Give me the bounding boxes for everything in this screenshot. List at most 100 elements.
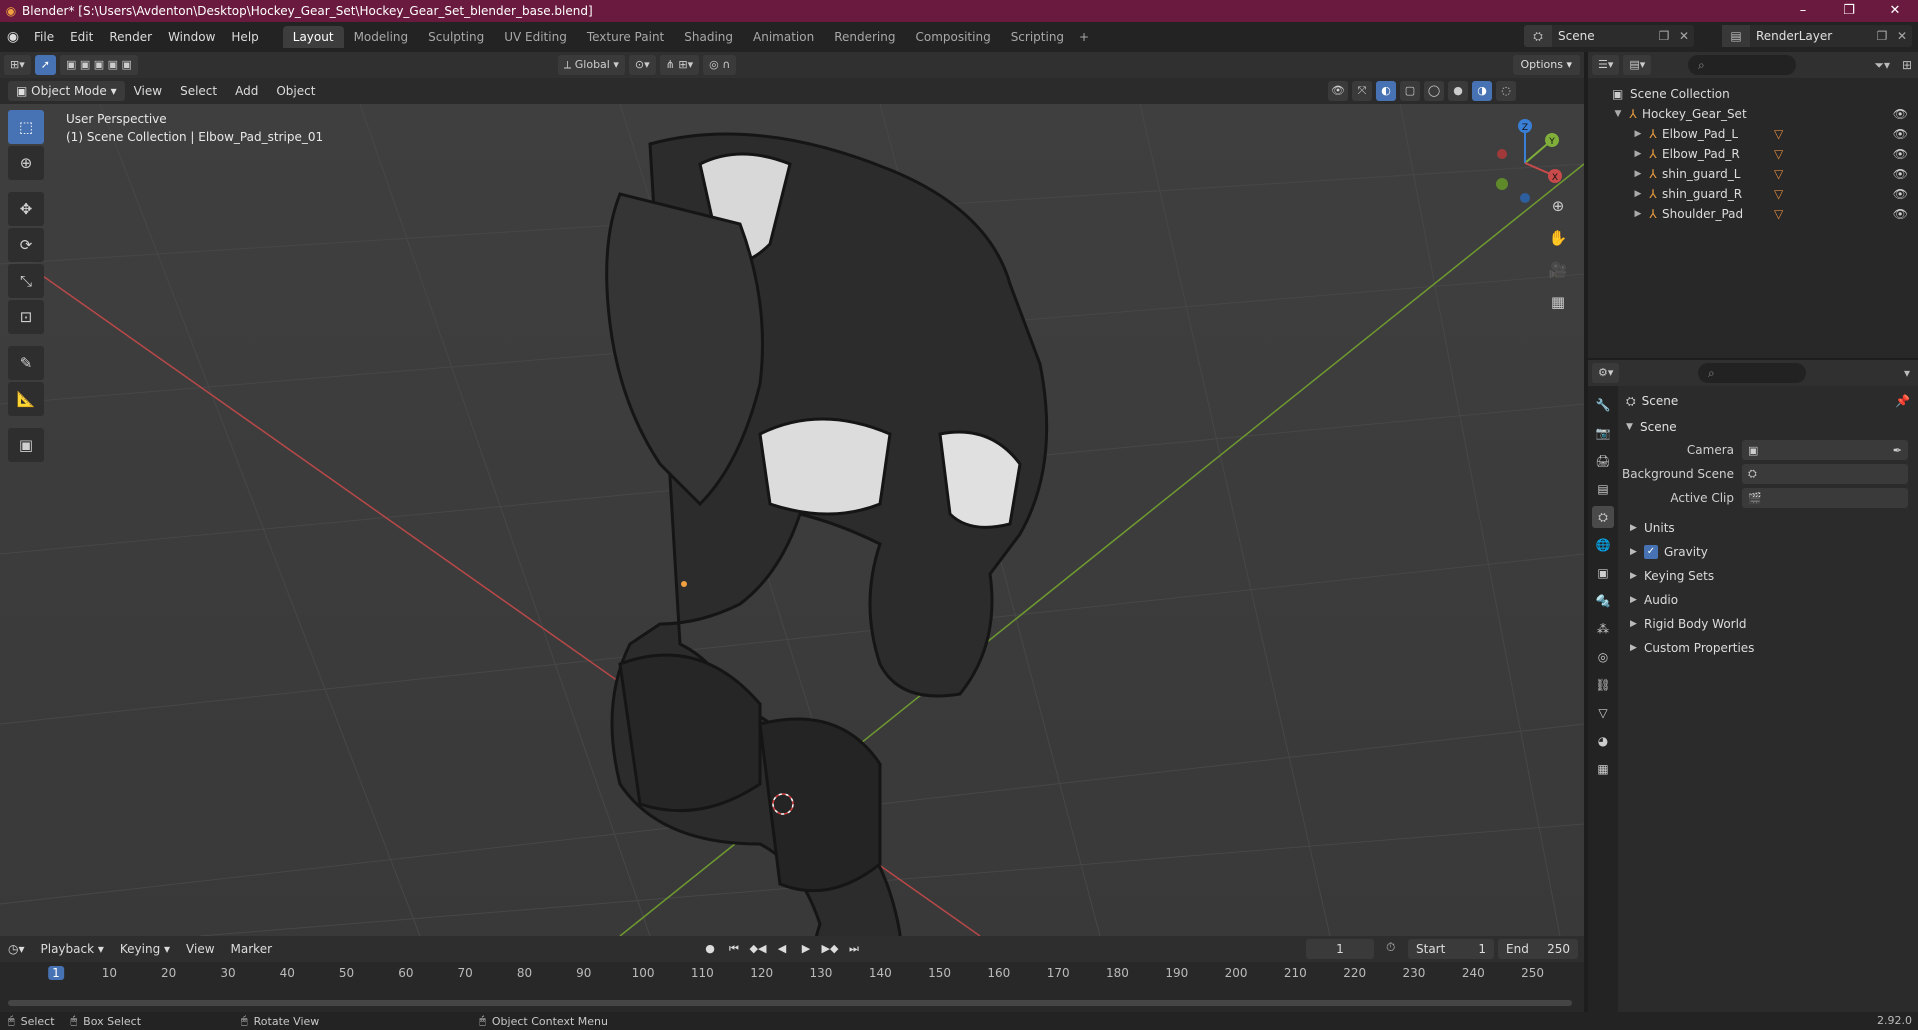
jump-end-icon[interactable]: ⏭	[844, 939, 864, 959]
close-button[interactable]: ✕	[1872, 0, 1918, 22]
minimize-button[interactable]: –	[1780, 0, 1826, 22]
add-menu[interactable]: Add	[226, 78, 267, 104]
remove-layer-icon[interactable]: ✕	[1892, 29, 1912, 43]
render-layer-selector[interactable]: ▤ RenderLayer ❐ ✕	[1722, 25, 1912, 47]
stopwatch-icon[interactable]: ⏱	[1386, 940, 1395, 955]
record-icon[interactable]: ●	[700, 939, 720, 959]
solid-shading-icon[interactable]: ●	[1448, 81, 1468, 101]
visibility-eye-icon[interactable]: 👁	[1893, 147, 1908, 161]
remove-scene-icon[interactable]: ✕	[1674, 29, 1694, 43]
zoom-icon[interactable]: ⊕	[1544, 194, 1572, 218]
orientation-dropdown[interactable]: ⟂ Global ▾	[557, 55, 625, 75]
outliner-item-elbow-pad-l[interactable]: ▶ ⅄ Elbow_Pad_L ▽ 👁	[1588, 124, 1918, 144]
select-tool-icon[interactable]: ➚	[34, 55, 56, 75]
constraints-tab-icon[interactable]: ⛓	[1592, 674, 1614, 696]
tab-layout[interactable]: Layout	[282, 26, 344, 48]
end-frame-field[interactable]: End 250	[1498, 939, 1578, 959]
keying-sets-panel[interactable]: ▶ Keying Sets	[1622, 564, 1914, 588]
active-clip-field[interactable]: 🎬	[1742, 488, 1908, 508]
pan-hand-icon[interactable]: ✋	[1544, 226, 1572, 250]
rigid-body-panel[interactable]: ▶ Rigid Body World	[1622, 612, 1914, 636]
units-panel[interactable]: ▶ Units	[1622, 516, 1914, 540]
add-cube-icon[interactable]: ▣	[8, 428, 44, 462]
prev-keyframe-icon[interactable]: ◆◀	[748, 939, 768, 959]
options-dropdown[interactable]: Options ▾	[1512, 55, 1580, 75]
render-tab-icon[interactable]: 📷	[1592, 422, 1614, 444]
scene-panel-header[interactable]: ▼ Scene	[1622, 416, 1914, 438]
expand-right-icon[interactable]: ▶	[1632, 189, 1644, 199]
menu-edit[interactable]: Edit	[62, 22, 101, 52]
start-frame-field[interactable]: Start 1	[1408, 939, 1494, 959]
select-menu[interactable]: Select	[171, 78, 226, 104]
duplicate-scene-icon[interactable]: ❐	[1654, 29, 1674, 43]
physics-tab-icon[interactable]: ◎	[1592, 646, 1614, 668]
visibility-eye-icon[interactable]: 👁	[1893, 187, 1908, 201]
outliner-item-shin-guard-r[interactable]: ▶ ⅄ shin_guard_R ▽ 👁	[1588, 184, 1918, 204]
material-shading-icon[interactable]: ◑	[1472, 81, 1492, 101]
pin-icon[interactable]: 📌	[1895, 394, 1910, 408]
xray-icon[interactable]: ▢	[1400, 81, 1420, 101]
duplicate-layer-icon[interactable]: ❐	[1872, 29, 1892, 43]
render-layer-name[interactable]: RenderLayer	[1750, 29, 1872, 43]
camera-field[interactable]: ▣ ✒	[1742, 440, 1908, 460]
rotate-icon[interactable]: ⟳	[8, 228, 44, 262]
overlay-icon[interactable]: ◐	[1376, 81, 1396, 101]
jump-start-icon[interactable]: ⏮	[724, 939, 744, 959]
tab-compositing[interactable]: Compositing	[905, 26, 1000, 48]
new-collection-icon[interactable]: ⊞	[1902, 58, 1912, 72]
expand-right-icon[interactable]: ▶	[1632, 209, 1644, 219]
scale-icon[interactable]: ⤡	[8, 264, 44, 298]
view-layer-tab-icon[interactable]: ▤	[1592, 478, 1614, 500]
play-reverse-icon[interactable]: ◀	[772, 939, 792, 959]
object-tab-icon[interactable]: ▣	[1592, 562, 1614, 584]
scene-tab-icon[interactable]: ⛭	[1592, 506, 1614, 528]
measure-icon[interactable]: 📐	[8, 382, 44, 416]
scene-collection-row[interactable]: ▣ Scene Collection	[1588, 84, 1918, 104]
marker-menu[interactable]: Marker	[223, 936, 280, 962]
tab-shading[interactable]: Shading	[674, 26, 743, 48]
next-keyframe-icon[interactable]: ▶◆	[820, 939, 840, 959]
background-scene-field[interactable]: ⛭	[1742, 464, 1908, 484]
outliner-item-elbow-pad-r[interactable]: ▶ ⅄ Elbow_Pad_R ▽ 👁	[1588, 144, 1918, 164]
output-tab-icon[interactable]: 🖨	[1592, 450, 1614, 472]
gizmo-icon[interactable]: ⤧	[1352, 81, 1372, 101]
expand-right-icon[interactable]: ▶	[1632, 149, 1644, 159]
visibility-eye-icon[interactable]: 👁	[1893, 127, 1908, 141]
proportional-edit-icon[interactable]: ◎ ∩	[703, 55, 737, 75]
scene-name[interactable]: Scene	[1552, 29, 1654, 43]
blender-menu-icon[interactable]: ◉	[0, 29, 26, 45]
perspective-toggle-icon[interactable]: ▦	[1544, 290, 1572, 314]
gravity-checkbox[interactable]: ✓	[1644, 545, 1658, 559]
tab-animation[interactable]: Animation	[743, 26, 824, 48]
timeline-editor-type-icon[interactable]: ◷▾	[0, 936, 33, 962]
select-box-icon[interactable]: ⬚	[8, 110, 44, 144]
expand-down-icon[interactable]: ▼	[1612, 109, 1624, 119]
editor-type-icon[interactable]: ⊞▾	[4, 55, 31, 75]
keying-menu[interactable]: Keying ▾	[112, 936, 178, 962]
select-mode-icons[interactable]: ▣ ▣ ▣ ▣ ▣	[59, 55, 138, 75]
annotate-icon[interactable]: ✎	[8, 346, 44, 380]
tab-rendering[interactable]: Rendering	[824, 26, 905, 48]
menu-render[interactable]: Render	[101, 22, 160, 52]
scene-selector[interactable]: ⛭ Scene ❐ ✕	[1524, 25, 1694, 47]
properties-editor-type-icon[interactable]: ⚙▾	[1592, 363, 1620, 383]
current-frame-field[interactable]: 1	[1306, 939, 1374, 959]
transform-icon[interactable]: ⊡	[8, 300, 44, 334]
outliner-search-input[interactable]: ⌕	[1688, 55, 1796, 75]
cursor-icon[interactable]: ⊕	[8, 146, 44, 180]
3d-viewport[interactable]: User Perspective (1) Scene Collection | …	[0, 104, 1584, 936]
tab-texture-paint[interactable]: Texture Paint	[577, 26, 674, 48]
collection-row[interactable]: ▼ ⅄ Hockey_Gear_Set 👁	[1588, 104, 1918, 124]
texture-tab-icon[interactable]: ▦	[1592, 758, 1614, 780]
gravity-panel[interactable]: ▶ ✓ Gravity	[1622, 540, 1914, 564]
outliner-editor-type-icon[interactable]: ☰▾	[1592, 55, 1620, 75]
data-tab-icon[interactable]: ▽	[1592, 702, 1614, 724]
rendered-shading-icon[interactable]: ◌	[1496, 81, 1516, 101]
tab-scripting[interactable]: Scripting	[1001, 26, 1074, 48]
menu-help[interactable]: Help	[223, 22, 266, 52]
playback-menu[interactable]: Playback ▾	[33, 936, 112, 962]
visibility-eye-icon[interactable]: 👁	[1893, 107, 1908, 121]
outliner-item-shoulder-pad[interactable]: ▶ ⅄ Shoulder_Pad ▽ 👁	[1588, 204, 1918, 224]
visibility-eye-icon[interactable]: 👁	[1893, 167, 1908, 181]
tab-modeling[interactable]: Modeling	[344, 26, 419, 48]
